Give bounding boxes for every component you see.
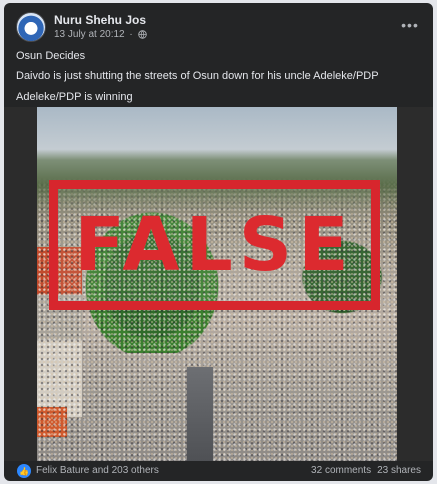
post-text-line-2: Daivdo is just shutting the streets of O… [16, 70, 379, 82]
post-header: Nuru Shehu Jos 13 July at 20:12 · ••• [16, 12, 421, 46]
globe-icon [137, 30, 147, 39]
post-media[interactable]: FALSE [4, 107, 433, 461]
engagement-counts: 32 comments 23 shares [311, 465, 421, 476]
post-text-line-1: Osun Decides [16, 50, 86, 62]
more-options-icon[interactable]: ••• [399, 14, 421, 36]
crowd-photo[interactable]: FALSE [37, 107, 397, 461]
road-vehicles [187, 367, 213, 461]
author-name[interactable]: Nuru Shehu Jos [54, 13, 146, 27]
post-text-line-3: Adeleke/PDP is winning [16, 91, 133, 103]
timestamp[interactable]: 13 July at 20:12 [54, 29, 125, 40]
post-meta: 13 July at 20:12 · [54, 29, 147, 40]
false-stamp-text: FALSE [74, 202, 355, 288]
false-stamp: FALSE [49, 180, 380, 310]
comments-count[interactable]: 32 comments [311, 465, 371, 476]
shares-count[interactable]: 23 shares [377, 465, 421, 476]
like-icon[interactable]: 👍 [17, 464, 31, 478]
avatar[interactable] [16, 12, 46, 42]
post-footer: 👍 Felix Bature and 203 others 32 comment… [4, 461, 433, 481]
facebook-post: Nuru Shehu Jos 13 July at 20:12 · ••• Os… [4, 3, 433, 481]
meta-separator: · [126, 29, 136, 40]
reactors-text[interactable]: Felix Bature and 203 others [36, 465, 159, 476]
